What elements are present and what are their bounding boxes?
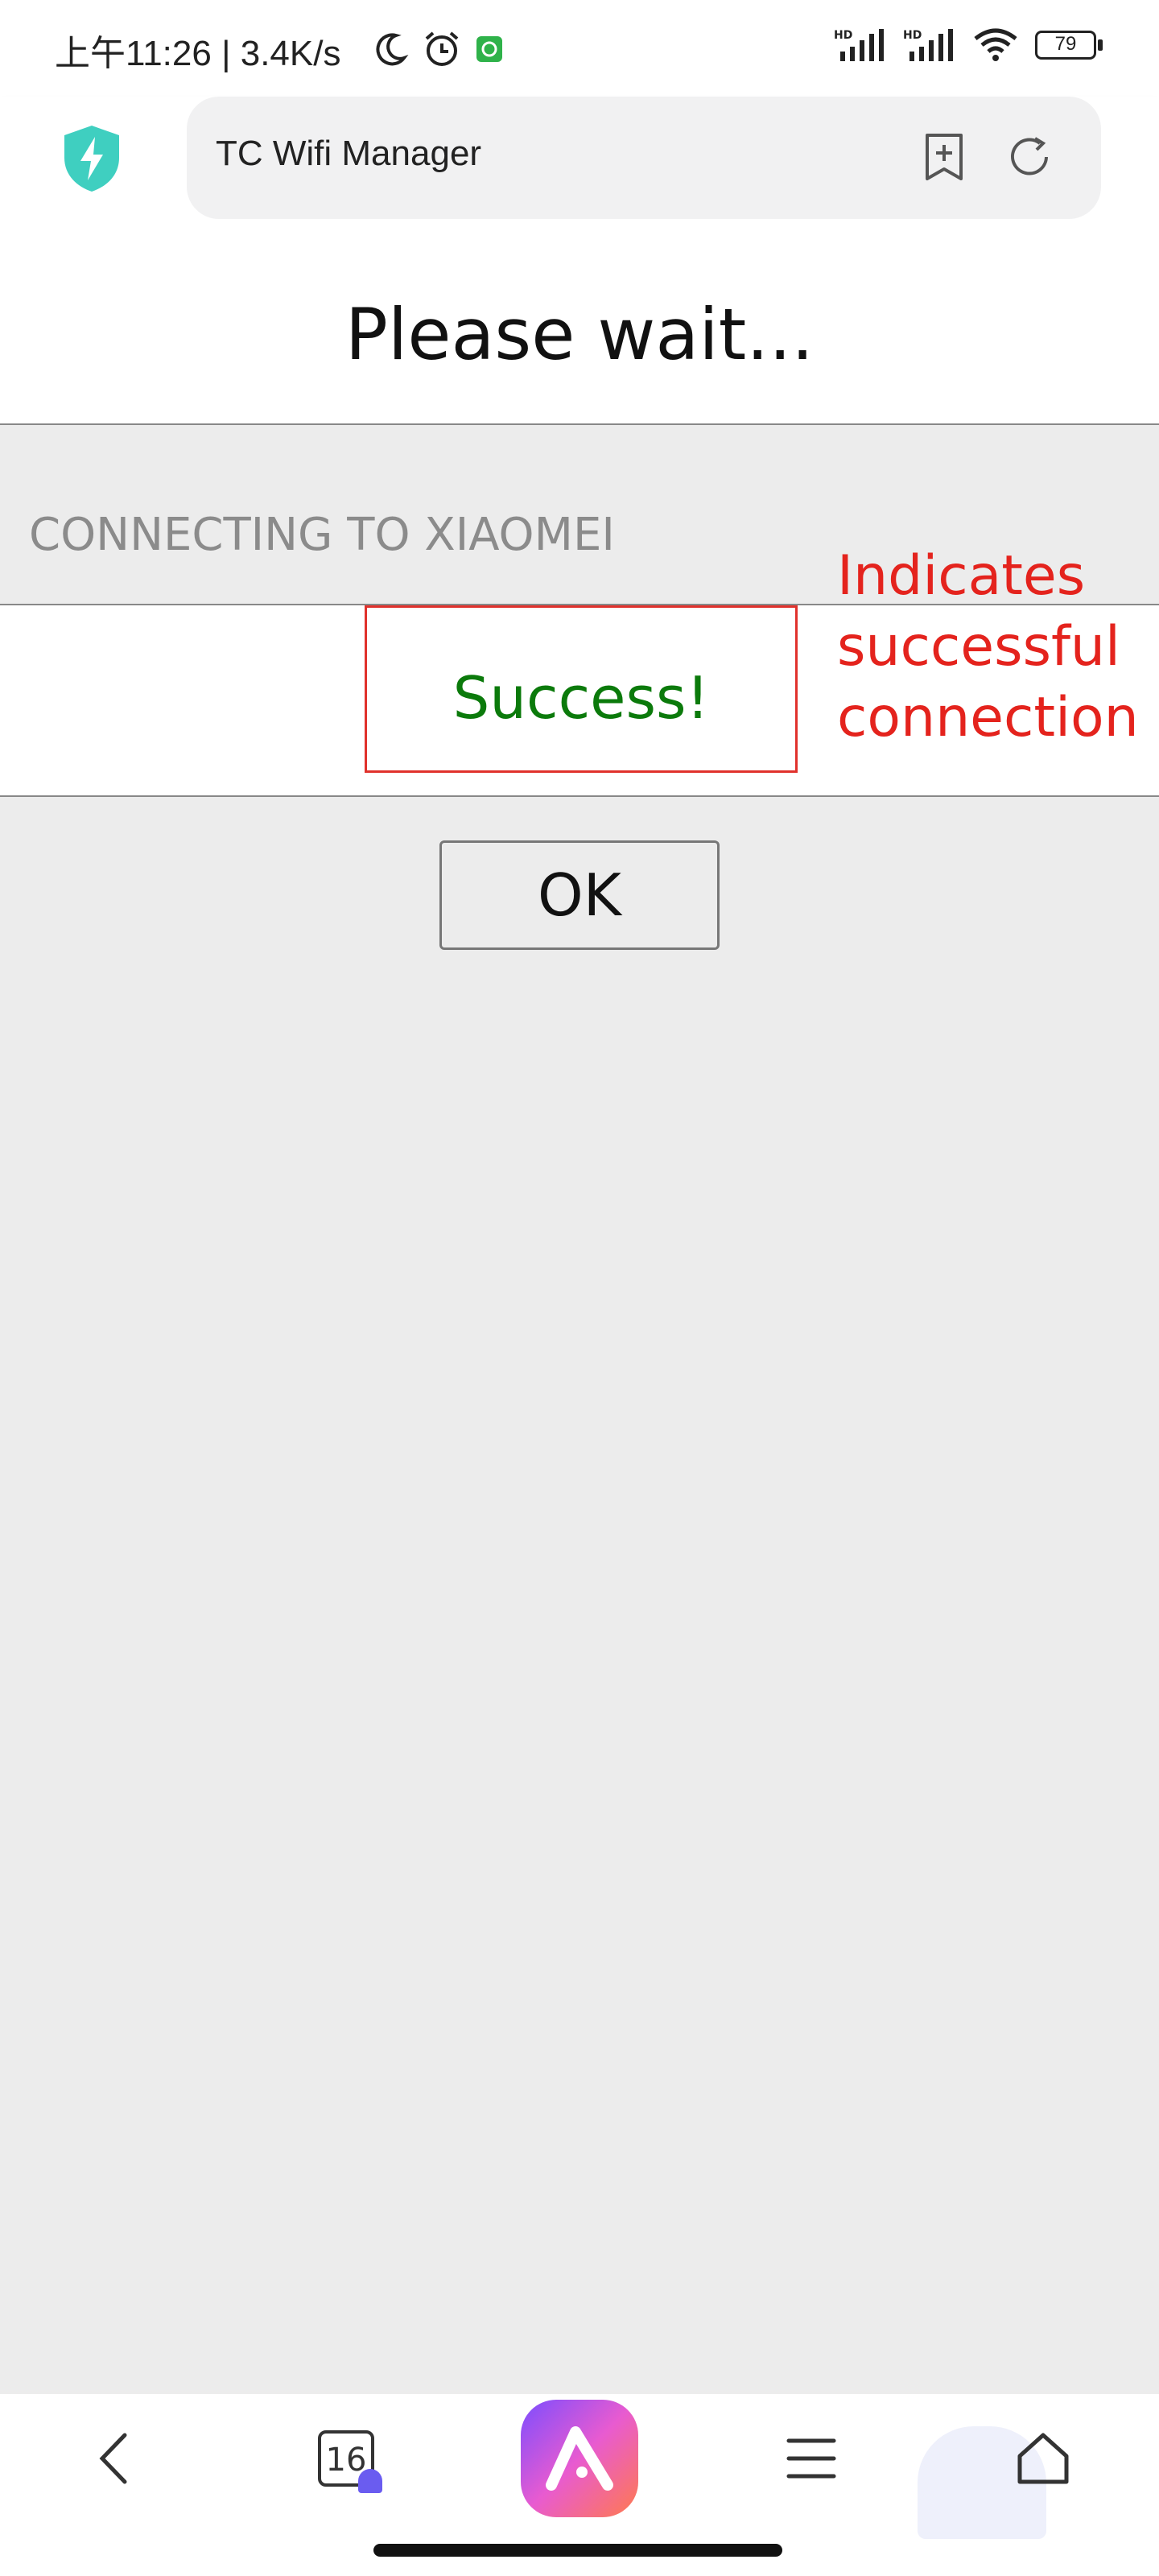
- back-icon: [99, 2433, 127, 2484]
- tabs-icon: 16: [318, 2430, 382, 2493]
- battery-icon: 79: [1035, 31, 1103, 60]
- wifi-icon: [974, 28, 1017, 61]
- url-field[interactable]: TC Wifi Manager: [187, 97, 1101, 219]
- battery-level: 79: [1054, 33, 1077, 55]
- home-indicator[interactable]: [373, 2544, 782, 2557]
- ok-button[interactable]: OK: [439, 840, 720, 950]
- page-title: Please wait...: [344, 293, 815, 376]
- connecting-status: CONNECTING TO XIAOMEI: [29, 509, 615, 561]
- annotation-line: connection: [837, 686, 1139, 749]
- menu-icon: [786, 2438, 836, 2479]
- ai-assistant-icon: [521, 2400, 638, 2517]
- hd-signal-icon: HD: [834, 29, 884, 61]
- tabs-button[interactable]: 16: [290, 2394, 402, 2523]
- refresh-icon[interactable]: [1003, 130, 1056, 184]
- home-icon: [1017, 2433, 1069, 2484]
- hd-signal-icon: HD: [903, 29, 953, 61]
- annotation-line: Indicates: [837, 544, 1086, 608]
- menu-button[interactable]: [755, 2394, 868, 2523]
- bookmark-add-icon[interactable]: [918, 130, 971, 184]
- status-left-icons: [372, 29, 504, 69]
- browser-address-bar: TC Wifi Manager: [0, 97, 1159, 250]
- svg-text:HD: HD: [834, 29, 852, 42]
- ai-assistant-button[interactable]: [515, 2394, 644, 2523]
- success-message: Success!: [452, 664, 710, 732]
- back-button[interactable]: [58, 2394, 171, 2523]
- annotation-note: Indicates successful connection: [837, 541, 1143, 753]
- ghost-badge-icon: [358, 2469, 382, 2493]
- app-notification-icon: [476, 36, 502, 62]
- url-title: TC Wifi Manager: [216, 134, 482, 173]
- alarm-icon: [425, 31, 459, 66]
- annotation-line: successful: [837, 615, 1120, 679]
- svg-text:HD: HD: [903, 29, 922, 42]
- moon-icon: [376, 33, 409, 66]
- status-right-icons: HD HD 79: [834, 27, 1103, 63]
- status-time-speed: 上午11:26 | 3.4K/s: [55, 34, 341, 73]
- shield-lightning-icon[interactable]: [61, 124, 122, 193]
- status-bar: 上午11:26 | 3.4K/s HD HD 79: [0, 0, 1159, 97]
- home-button[interactable]: [987, 2394, 1099, 2523]
- success-highlight-box: Success!: [365, 605, 798, 773]
- wait-header: Please wait...: [0, 250, 1159, 425]
